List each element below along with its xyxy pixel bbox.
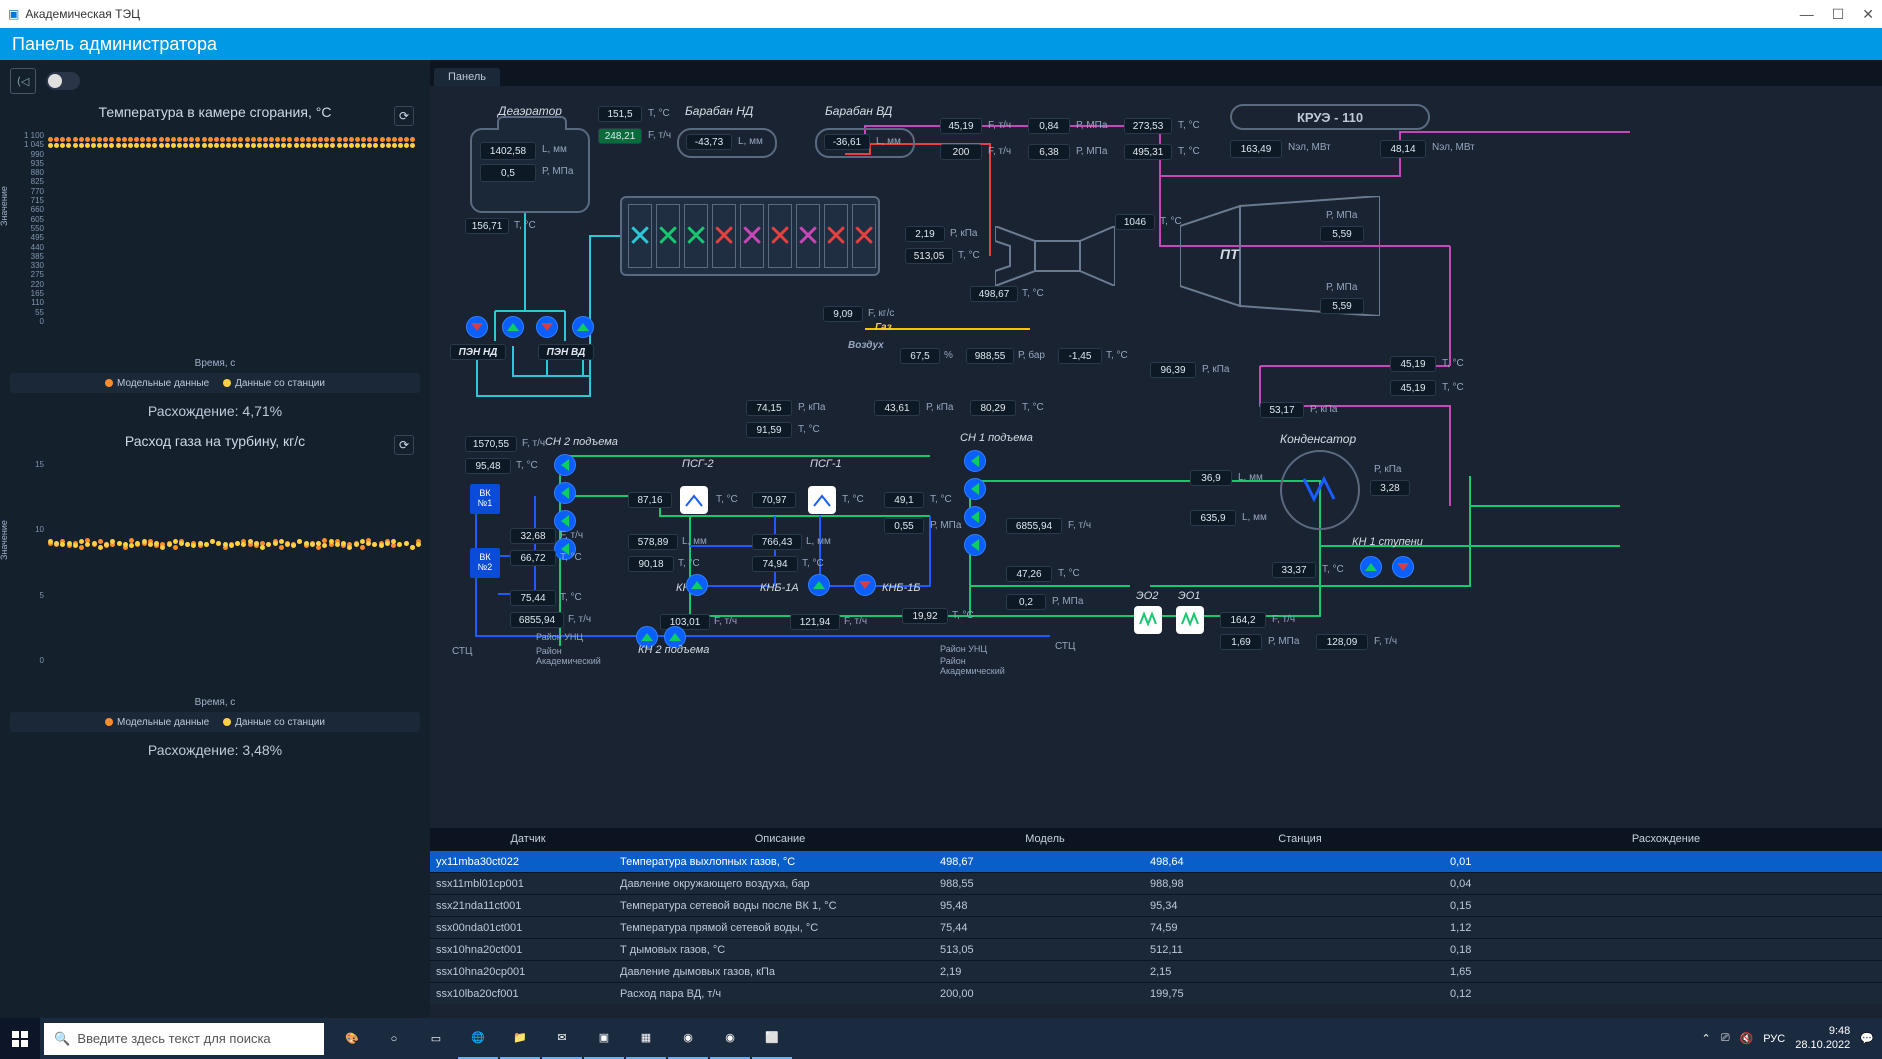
chart1-yaxis: 1 1001 045990935880825770715660605550495… [10,131,44,326]
chart2-title: Расход газа на турбину, кг/с [125,433,305,449]
chart1-xaxis [48,330,416,356]
chart1-xlabel: Время, с [10,358,420,369]
maximize-button[interactable]: ☐ [1832,6,1845,23]
pump-icon [536,316,558,338]
chart-1: Температура в камере сгорания, °C ⟳ Знач… [10,104,420,425]
data-table: Датчик Описание Модель Станция Расхожден… [430,828,1882,1018]
chart1-title: Температура в камере сгорания, °C [99,104,332,120]
chart2-xlabel: Время, с [10,697,420,708]
table-row[interactable]: yx11mba30ct022Температура выхлопных газо… [430,850,1882,872]
pump-icon [572,316,594,338]
tray-lang[interactable]: РУС [1763,1033,1785,1045]
cortana-icon[interactable]: ○ [374,1018,414,1059]
nav-back-button[interactable]: ⟨◁ [10,68,36,94]
krue-box: КРУЭ - 110 [1230,104,1430,130]
chart2-divergence: Расхождение: 3,48% [10,742,420,758]
chart2-xaxis [48,669,416,695]
chart1-plot [48,131,416,326]
tray-speaker-icon[interactable]: 🔇 [1740,1032,1754,1045]
condenser-shape [1280,450,1360,530]
right-panel: Панель [430,60,1882,1018]
minimize-button[interactable]: — [1800,6,1814,23]
legend-station: Данные со станции [235,378,325,389]
psg1-icon [808,486,836,514]
refresh-icon[interactable]: ⟳ [394,435,414,455]
start-button[interactable] [0,1018,40,1059]
mail-icon[interactable]: ✉ [542,1018,582,1059]
taskbar: 🔍 Введите здесь текст для поиска 🎨 ○ ▭ 🌐… [0,1018,1882,1059]
table-row[interactable]: ssx10hna20cp001Давление дымовых газов, к… [430,960,1882,982]
left-panel: ⟨◁ Температура в камере сгорания, °C ⟳ З… [0,60,430,1018]
table-header: Датчик Описание Модель Станция Расхожден… [430,828,1882,850]
window-titlebar: ▣ Академическая ТЭЦ — ☐ ✕ [0,0,1882,28]
chart1-ylabel: Значение [0,186,9,226]
mimic-diagram: Деаэратор 1402,58 L, мм 0,5 Р, МПа 151,5… [430,86,1882,828]
task-view-icon[interactable]: ▭ [416,1018,456,1059]
refresh-icon[interactable]: ⟳ [394,106,414,126]
vk1-block: ВК №1 [470,484,500,514]
table-row[interactable]: ssx10lba20cf001Расход пара ВД, т/ч200,00… [430,982,1882,1004]
table-row[interactable]: ssx21nda11ct001Температура сетевой воды … [430,894,1882,916]
app-icon[interactable]: 🎨 [332,1018,372,1059]
legend-model: Модельные данные [117,378,209,389]
app-icon[interactable]: ◉ [710,1018,750,1059]
notifications-icon[interactable]: 💬 [1860,1032,1874,1045]
explorer-icon[interactable]: 📁 [500,1018,540,1059]
table-row[interactable]: ssx10hna20ct001Т дымовых газов, °C513,05… [430,938,1882,960]
search-input[interactable]: 🔍 Введите здесь текст для поиска [44,1023,324,1055]
gtu-shape [995,226,1115,286]
pump-icon [466,316,488,338]
mode-toggle[interactable] [46,72,80,90]
window-title: Академическая ТЭЦ [25,7,140,21]
tray-chevron-icon[interactable]: ⌃ [1701,1032,1710,1045]
page-title: Панель администратора [12,34,217,55]
close-button[interactable]: ✕ [1862,6,1874,23]
app-icon[interactable]: ◉ [668,1018,708,1059]
chart2-yaxis: 151050 [10,460,44,665]
eo1-icon [1176,606,1204,634]
chart2-plot [48,460,416,665]
edge-icon[interactable]: 🌐 [458,1018,498,1059]
current-app-icon[interactable]: ⬜ [752,1018,792,1059]
eo2-icon [1134,606,1162,634]
app-icon[interactable]: ▦ [626,1018,666,1059]
psg2-icon [680,486,708,514]
tray-display-icon[interactable]: ⎚ [1721,1032,1730,1045]
table-row[interactable]: ssx00nda01ct001Температура прямой сетево… [430,916,1882,938]
tray-clock[interactable]: 9:4828.10.2022 [1795,1025,1850,1051]
chart2-ylabel: Значение [0,520,9,560]
app-icon: ▣ [8,7,19,21]
vk2-block: ВК №2 [470,548,500,578]
chart-2: Расход газа на турбину, кг/с ⟳ Значение … [10,433,420,764]
tab-panel[interactable]: Панель [434,68,500,86]
chart1-divergence: Расхождение: 4,71% [10,403,420,419]
pump-icon [502,316,524,338]
table-row[interactable]: ssx11mbl01cp001Давление окружающего возд… [430,872,1882,894]
app-header: Панель администратора [0,28,1882,60]
terminal-icon[interactable]: ▣ [584,1018,624,1059]
